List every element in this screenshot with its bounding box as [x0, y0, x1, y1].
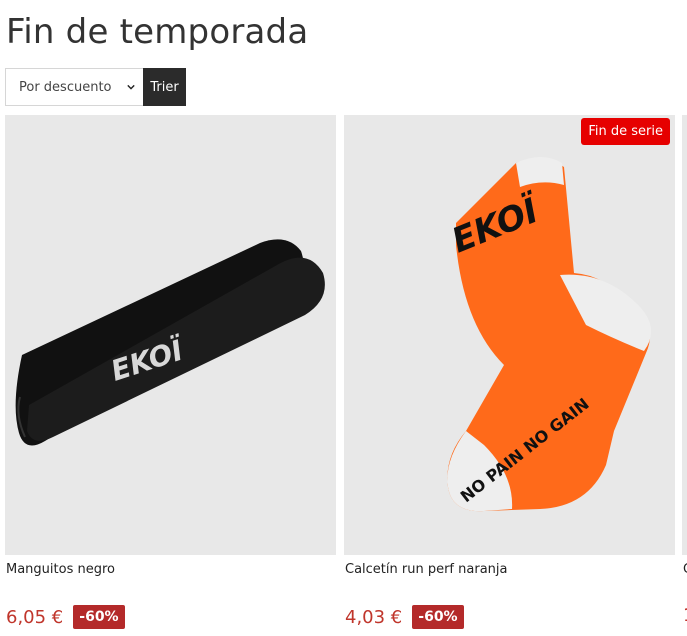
price-row: 4,03 € -60% [345, 605, 464, 629]
product-name[interactable]: C [683, 562, 687, 577]
product-card[interactable]: EKOÏ Manguitos negro 6,05 € -60% [5, 115, 336, 629]
product-image[interactable]: EKOÏ NO PAIN NO GAIN Fin de serie [344, 115, 675, 555]
sort-bar: Por descuento Trier [5, 68, 186, 106]
sort-select-value: Por descuento [19, 79, 112, 95]
product-name[interactable]: Calcetín run perf naranja [345, 562, 507, 577]
discount-badge: -60% [73, 605, 125, 629]
sort-button[interactable]: Trier [143, 68, 186, 106]
arm-sleeves-image: EKOÏ [15, 239, 325, 446]
product-image[interactable] [682, 115, 687, 555]
chevron-down-icon [127, 84, 135, 90]
product-price: 1 [683, 605, 687, 626]
product-price: 6,05 € [6, 606, 64, 628]
discount-badge: -60% [412, 605, 464, 629]
price-row: 6,05 € -60% [6, 605, 125, 629]
page-title: Fin de temporada [6, 12, 309, 52]
product-name[interactable]: Manguitos negro [6, 562, 115, 577]
sort-select[interactable]: Por descuento [5, 68, 143, 106]
product-price: 4,03 € [345, 606, 403, 628]
orange-sock-image: EKOÏ NO PAIN NO GAIN [446, 157, 652, 512]
end-of-series-badge: Fin de serie [581, 118, 670, 145]
product-card[interactable]: EKOÏ NO PAIN NO GAIN Fin de serie Calcet… [344, 115, 675, 629]
price-row: 1 [683, 605, 687, 626]
product-image[interactable]: EKOÏ [5, 115, 336, 555]
product-card[interactable]: C 1 [682, 115, 687, 626]
